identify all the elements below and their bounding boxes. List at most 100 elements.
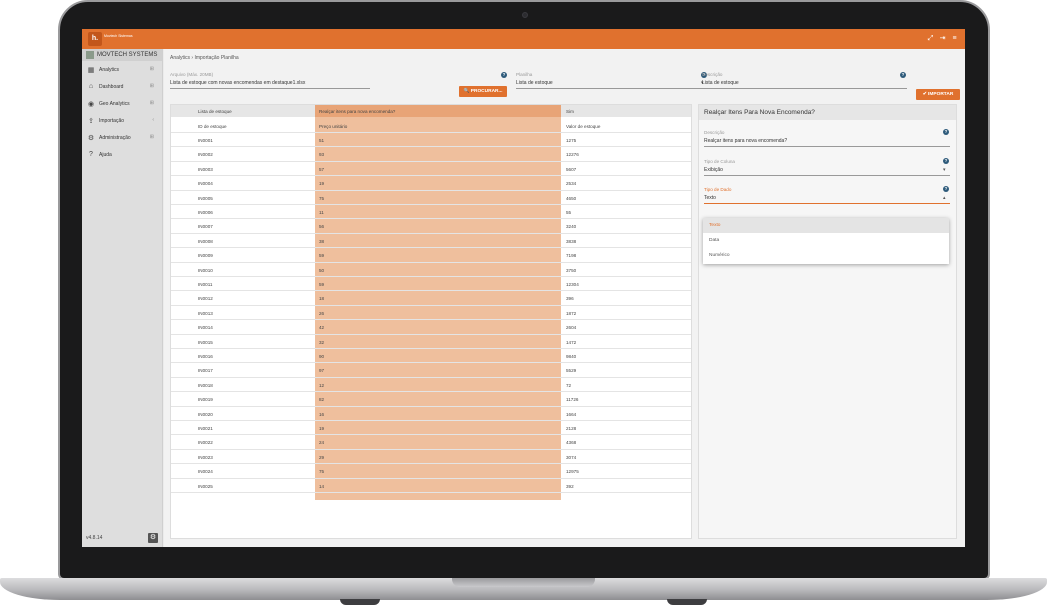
globe-icon: ◉ [87, 100, 95, 108]
sheet-header: Lista de estoque Realçar itens para nova… [171, 105, 691, 117]
table-row: IN0020 16 1664 [171, 407, 691, 421]
table-cell: IN0001 [198, 138, 213, 143]
table-cell: 2534 [566, 181, 577, 187]
table-cell: 50 [319, 267, 325, 273]
sidebar-item-1[interactable]: ⌂ Dashboard ⊞ [82, 78, 162, 95]
table-cell: 2128 [566, 426, 577, 431]
tipo-coluna-value[interactable]: Exibição [704, 167, 950, 176]
table-cell: IN0005 [198, 195, 213, 201]
importar-button[interactable]: ✔ IMPORTAR [916, 89, 960, 100]
table-cell: IN0008 [198, 238, 213, 244]
table-row: IN0017 97 5529 [171, 363, 691, 378]
table-cell: 12276 [566, 152, 579, 158]
panel-descricao-help-icon[interactable]: ? [943, 129, 949, 135]
table-cell: 12 [319, 382, 325, 388]
table-cell: IN0018 [198, 382, 213, 388]
table-cell: 59 [319, 282, 325, 287]
table-cell: 3074 [566, 454, 577, 460]
table-cell: IN0012 [198, 296, 213, 302]
table-cell: 19 [319, 426, 325, 431]
laptop-foot [340, 599, 380, 605]
descricao-help-icon[interactable]: ? [900, 72, 906, 78]
table-cell: IN0024 [198, 469, 213, 475]
sidebar-item-label: Geo Analytics [99, 100, 130, 107]
tipo-coluna-help-icon[interactable]: ? [943, 158, 949, 164]
dropdown-option-data[interactable]: Data [703, 233, 949, 248]
tipo-dado-help-icon[interactable]: ? [943, 186, 949, 192]
table-row: IN0003 57 5607 [171, 162, 691, 177]
home-icon: ⌂ [88, 83, 94, 90]
table-cell: IN0014 [198, 325, 213, 331]
tipo-dado-select[interactable]: Tipo de Dado Texto [704, 187, 950, 204]
column-header: Preço unitário [319, 124, 348, 129]
table-cell: 18 [319, 296, 325, 302]
descricao-field[interactable]: Descrição Lista de estoque [702, 72, 907, 89]
table-cell: 59 [319, 253, 325, 259]
expand-icon[interactable]: ⤢ [926, 34, 935, 43]
table-row: IN0011 59 12304 [171, 277, 691, 292]
table-cell: 1872 [566, 310, 577, 316]
expand-icon[interactable]: ⊞ [150, 83, 154, 89]
tipo-coluna-select[interactable]: Tipo de Coluna Exibição [704, 159, 950, 176]
table-cell: IN0013 [198, 310, 213, 316]
expand-icon[interactable]: ⊞ [150, 100, 154, 106]
sidebar-item-label: Dashboard [99, 83, 124, 90]
table-row: IN0022 24 4368 [171, 435, 691, 450]
table-cell: 1472 [566, 339, 577, 345]
panel-descricao-field[interactable]: Descrição Realçar itens para nova encome… [704, 130, 950, 147]
panel-descricao-value[interactable]: Realçar itens para nova encomenda? [704, 138, 950, 147]
table-row: IN0002 93 12276 [171, 147, 691, 162]
logo-text: Movtech Sistemas [104, 34, 133, 38]
table-cell: IN0002 [198, 152, 213, 158]
logout-icon[interactable]: ⇥ [938, 34, 947, 43]
column-header: Valor de estoque [566, 124, 601, 129]
sidebar-item-4[interactable]: ⚙ Administração ⊞ [82, 129, 162, 146]
table-cell: 38 [319, 238, 325, 244]
sidebar-item-3[interactable]: ⇪ Importação ‹ [82, 112, 162, 129]
sidebar-item-2[interactable]: ◉ Geo Analytics ⊞ [82, 95, 162, 112]
table-cell: 29 [319, 454, 325, 460]
tipo-coluna-label: Tipo de Coluna [704, 159, 735, 164]
tipo-dado-value[interactable]: Texto [704, 195, 950, 204]
sheet-header-cell[interactable]: Realçar itens para nova encomenda? [319, 109, 395, 114]
table-row: IN0018 12 72 [171, 378, 691, 393]
company-selector[interactable]: MOVTECH SYSTEMS [82, 49, 162, 61]
sidebar-item-5[interactable]: ? Ajuda [82, 146, 162, 163]
table-cell: 12975 [566, 469, 579, 475]
table-cell: IN0023 [198, 454, 213, 460]
screen: h. Movtech Sistemas ⤢ ⇥ ≡ MOVTECH SYSTEM… [82, 29, 965, 547]
procurar-button[interactable]: 🔍 PROCURAR... [459, 86, 507, 97]
settings-gear-icon[interactable]: ⚙ [148, 533, 158, 543]
descricao-label: Descrição [702, 72, 723, 77]
table-cell: 26 [319, 310, 325, 316]
arquivo-value[interactable]: Lista de estoque com novas encomendas em… [170, 80, 370, 89]
dropdown-option-numerico[interactable]: Numérico [703, 248, 949, 263]
menu-icon[interactable]: ≡ [950, 34, 959, 43]
expand-icon[interactable]: ⊞ [150, 134, 154, 140]
webcam [522, 12, 528, 18]
arquivo-field[interactable]: Arquivo (Máx. 20MB) Lista de estoque com… [170, 72, 370, 89]
sidebar-item-label: Analytics [99, 66, 120, 73]
table-row: IN0004 19 2534 [171, 176, 691, 191]
table-cell: IN0016 [198, 354, 213, 359]
sidebar-item-0[interactable]: ▦ Analytics ⊞ [82, 61, 162, 78]
planilha-value[interactable]: Lista de estoque [516, 80, 706, 89]
table-row: IN0021 19 2128 [171, 421, 691, 436]
table-cell: IN0017 [198, 368, 213, 374]
table-cell: 57 [319, 166, 325, 172]
dropdown-option-texto[interactable]: Texto [703, 218, 949, 233]
expand-icon[interactable]: ⊞ [150, 66, 154, 72]
table-cell: IN0025 [198, 483, 213, 489]
table-cell: IN0021 [198, 426, 213, 431]
planilha-select[interactable]: Planilha Lista de estoque [516, 72, 706, 89]
table-cell: 16 [319, 411, 325, 417]
expand-icon[interactable]: ‹ [152, 117, 154, 123]
descricao-value[interactable]: Lista de estoque [702, 80, 907, 89]
table-cell: 75 [319, 469, 325, 475]
column-header: ID de estoque [198, 124, 227, 129]
table-row: IN0008 38 3838 [171, 234, 691, 249]
table-cell: 56 [319, 224, 325, 230]
table-cell: 5529 [566, 368, 577, 374]
chevron-up-icon: ▴ [943, 195, 946, 201]
arquivo-help-icon[interactable]: ? [501, 72, 507, 78]
